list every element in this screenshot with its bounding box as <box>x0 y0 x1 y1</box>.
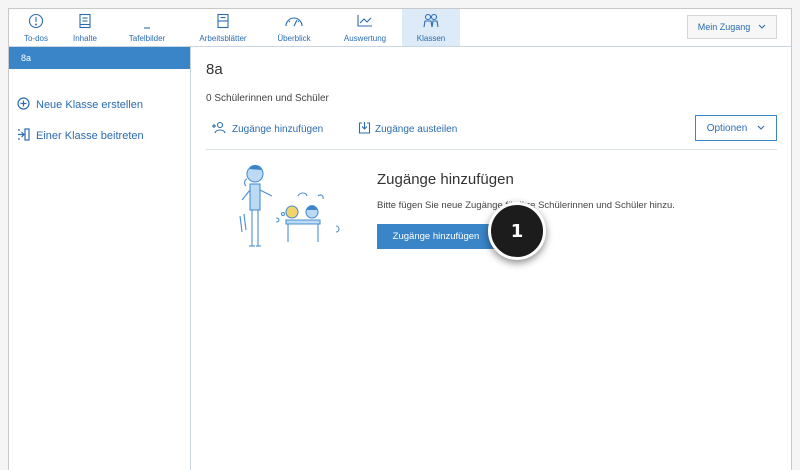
chart-icon <box>356 11 374 31</box>
download-doc-icon <box>358 121 371 137</box>
step-marker: 1 <box>488 202 546 260</box>
account-label: Mein Zugang <box>697 22 751 32</box>
join-class-link[interactable]: Einer Klasse beitreten <box>17 128 144 144</box>
sidebar-item-class[interactable]: 8a <box>9 47 190 69</box>
nav-item-klassen[interactable]: Klassen <box>402 9 460 46</box>
nav-item-label: Arbeitsblätter <box>199 34 247 43</box>
options-label: Optionen <box>706 122 748 134</box>
student-count: 0 Schülerinnen und Schüler <box>206 93 329 104</box>
gauge-icon <box>284 11 304 31</box>
distribute-access-label: Zugänge austeilen <box>375 123 458 135</box>
nav-item-label: To-dos <box>23 34 48 43</box>
nav-item-label: Auswertung <box>343 34 387 43</box>
add-access-link[interactable]: Zugänge hinzufügen <box>212 121 323 137</box>
page-title: 8a <box>206 61 223 78</box>
options-dropdown[interactable]: Optionen <box>695 115 777 141</box>
distribute-access-link[interactable]: Zugänge austeilen <box>358 121 457 137</box>
top-navigation: To-dos Inhalte Tafelbilder Arbeitsblätte… <box>9 9 791 47</box>
nav-item-label: Klassen <box>416 34 446 43</box>
worksheet-icon <box>216 11 230 31</box>
panel-title: Zugänge hinzufügen <box>377 171 514 188</box>
board-icon <box>139 11 155 31</box>
main-content: 8a 0 Schülerinnen und Schüler Zugänge hi… <box>192 47 791 470</box>
account-menu-button[interactable]: Mein Zugang <box>687 15 777 39</box>
chevron-down-icon <box>757 123 765 134</box>
join-class-label: Einer Klasse beitreten <box>36 130 144 142</box>
nav-item-auswertung[interactable]: Auswertung <box>337 9 393 46</box>
nav-item-todos[interactable]: To-dos <box>19 9 53 46</box>
nav-item-label: Inhalte <box>72 34 98 43</box>
chevron-down-icon <box>758 22 766 32</box>
todo-icon <box>28 11 44 31</box>
add-access-label: Zugänge hinzufügen <box>232 123 324 135</box>
create-class-label: Neue Klasse erstellen <box>36 99 144 111</box>
teacher-illustration <box>236 160 352 260</box>
join-icon <box>17 128 30 144</box>
add-access-button[interactable]: Zugänge hinzufügen <box>377 224 495 249</box>
class-icon <box>421 11 441 31</box>
nav-item-ueberblick[interactable]: Überblick <box>271 9 317 46</box>
nav-item-label: Tafelbilder <box>128 34 166 43</box>
contents-icon <box>78 11 92 31</box>
nav-item-label: Überblick <box>277 34 311 43</box>
app-window: To-dos Inhalte Tafelbilder Arbeitsblätte… <box>8 8 792 470</box>
create-class-link[interactable]: Neue Klasse erstellen <box>17 97 143 113</box>
nav-item-arbeitsblaetter[interactable]: Arbeitsblätter <box>193 9 253 46</box>
nav-item-inhalte[interactable]: Inhalte <box>67 9 103 46</box>
nav-item-tafelbilder[interactable]: Tafelbilder <box>121 9 173 46</box>
sidebar: 8a Neue Klasse erstellen Einer Klasse be… <box>9 47 191 470</box>
plus-circle-icon <box>17 97 30 113</box>
divider <box>206 149 777 150</box>
add-user-icon <box>212 121 228 137</box>
